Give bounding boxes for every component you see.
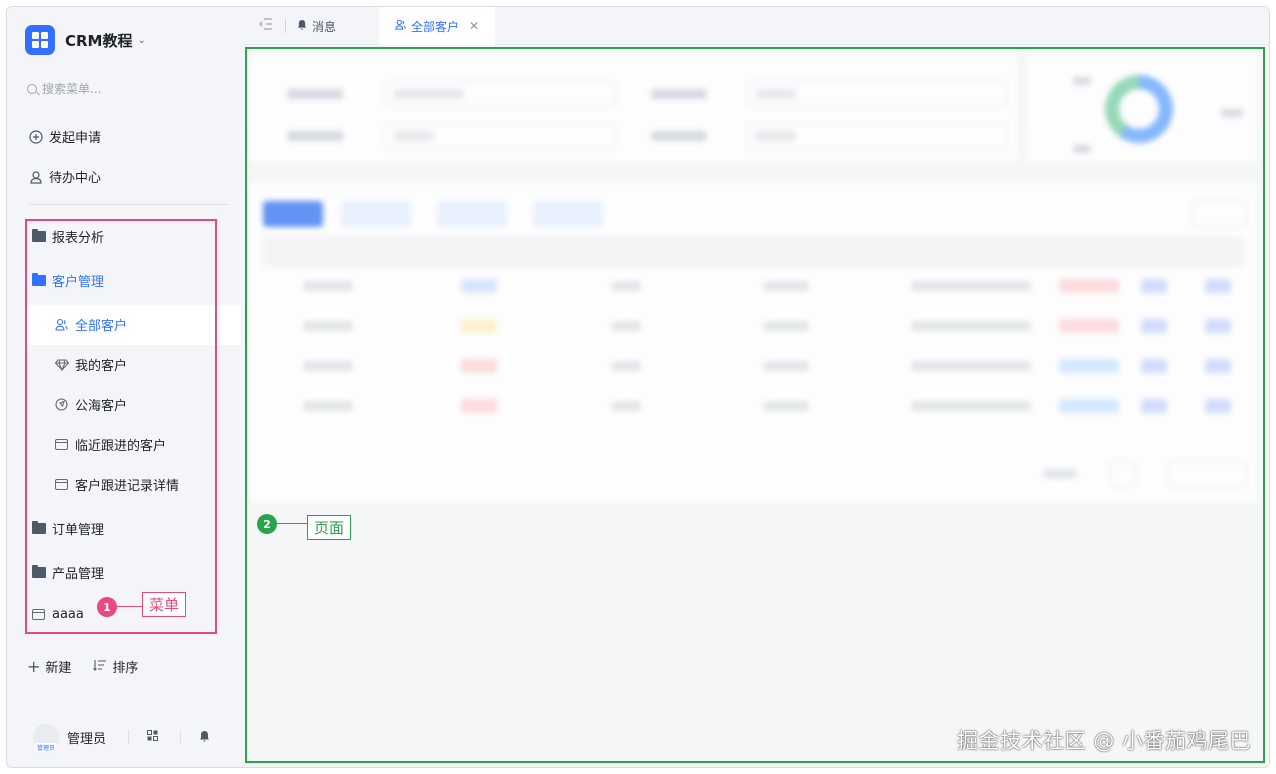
close-icon[interactable]: ✕ [469, 19, 479, 33]
annotation-leader-line [117, 606, 142, 607]
app-title: CRM教程 [65, 31, 133, 50]
sort-icon [93, 659, 107, 675]
app-window: CRM教程 ⌄ 搜索菜单... 发起申请 待办中心 报表分析 客户管理 全部客户… [6, 6, 1270, 768]
tab-label: 消息 [312, 19, 337, 34]
user-icon [29, 170, 43, 184]
plus-circle-icon [29, 129, 43, 144]
annotation-label-menu: 菜单 [142, 592, 187, 617]
avatar-text: 管理员 [35, 743, 56, 752]
annotation-number-2: 2 [257, 514, 277, 534]
collapse-sidebar-icon[interactable] [259, 18, 273, 33]
tab-label: 全部客户 [411, 19, 460, 34]
sidebar: CRM教程 ⌄ 搜索菜单... 发起申请 待办中心 报表分析 客户管理 全部客户… [7, 7, 243, 767]
new-label: 新建 [45, 661, 72, 676]
plus-icon: + [27, 657, 41, 676]
avatar[interactable]: 管理员 [33, 724, 59, 752]
bell-icon[interactable] [199, 730, 210, 745]
new-button[interactable]: + 新建 [27, 657, 71, 676]
chevron-down-icon: ⌄ [137, 34, 146, 46]
search-placeholder: 搜索菜单... [42, 82, 102, 96]
quick-item-todo[interactable]: 待办中心 [29, 167, 101, 186]
tab-divider [285, 19, 286, 33]
grid-icon[interactable] [147, 730, 159, 744]
bell-icon [297, 19, 307, 33]
users-icon [395, 19, 406, 33]
quick-item-label: 待办中心 [49, 171, 102, 186]
user-name: 管理员 [67, 731, 107, 747]
annotation-menu-outline [25, 219, 217, 634]
app-switcher[interactable]: CRM教程 ⌄ [25, 25, 146, 55]
footer-divider [180, 730, 182, 744]
watermark: 掘金技术社区 @ 小番茄鸡尾巴 [957, 729, 1251, 753]
menu-search-input[interactable]: 搜索菜单... [27, 80, 101, 97]
quick-item-apply[interactable]: 发起申请 [29, 127, 101, 146]
search-icon [27, 83, 37, 94]
tab-bar: 消息 全部客户 ✕ [243, 7, 1269, 45]
sort-button[interactable]: 排序 [93, 657, 138, 676]
sidebar-footer: 管理员 管理员 [7, 717, 243, 757]
tab-all-customers[interactable]: 全部客户 ✕ [379, 7, 496, 45]
annotation-page-outline [245, 47, 1265, 763]
sidebar-actions: + 新建 排序 [27, 657, 138, 676]
sort-label: 排序 [112, 661, 139, 676]
quick-item-label: 发起申请 [49, 131, 102, 146]
sidebar-divider [29, 204, 229, 205]
tab-messages[interactable]: 消息 [297, 7, 336, 45]
annotation-number-1: 1 [97, 597, 117, 617]
annotation-label-page: 页面 [307, 515, 352, 540]
footer-divider [128, 730, 130, 744]
annotation-leader-line [277, 523, 307, 524]
app-logo-icon [25, 25, 55, 55]
